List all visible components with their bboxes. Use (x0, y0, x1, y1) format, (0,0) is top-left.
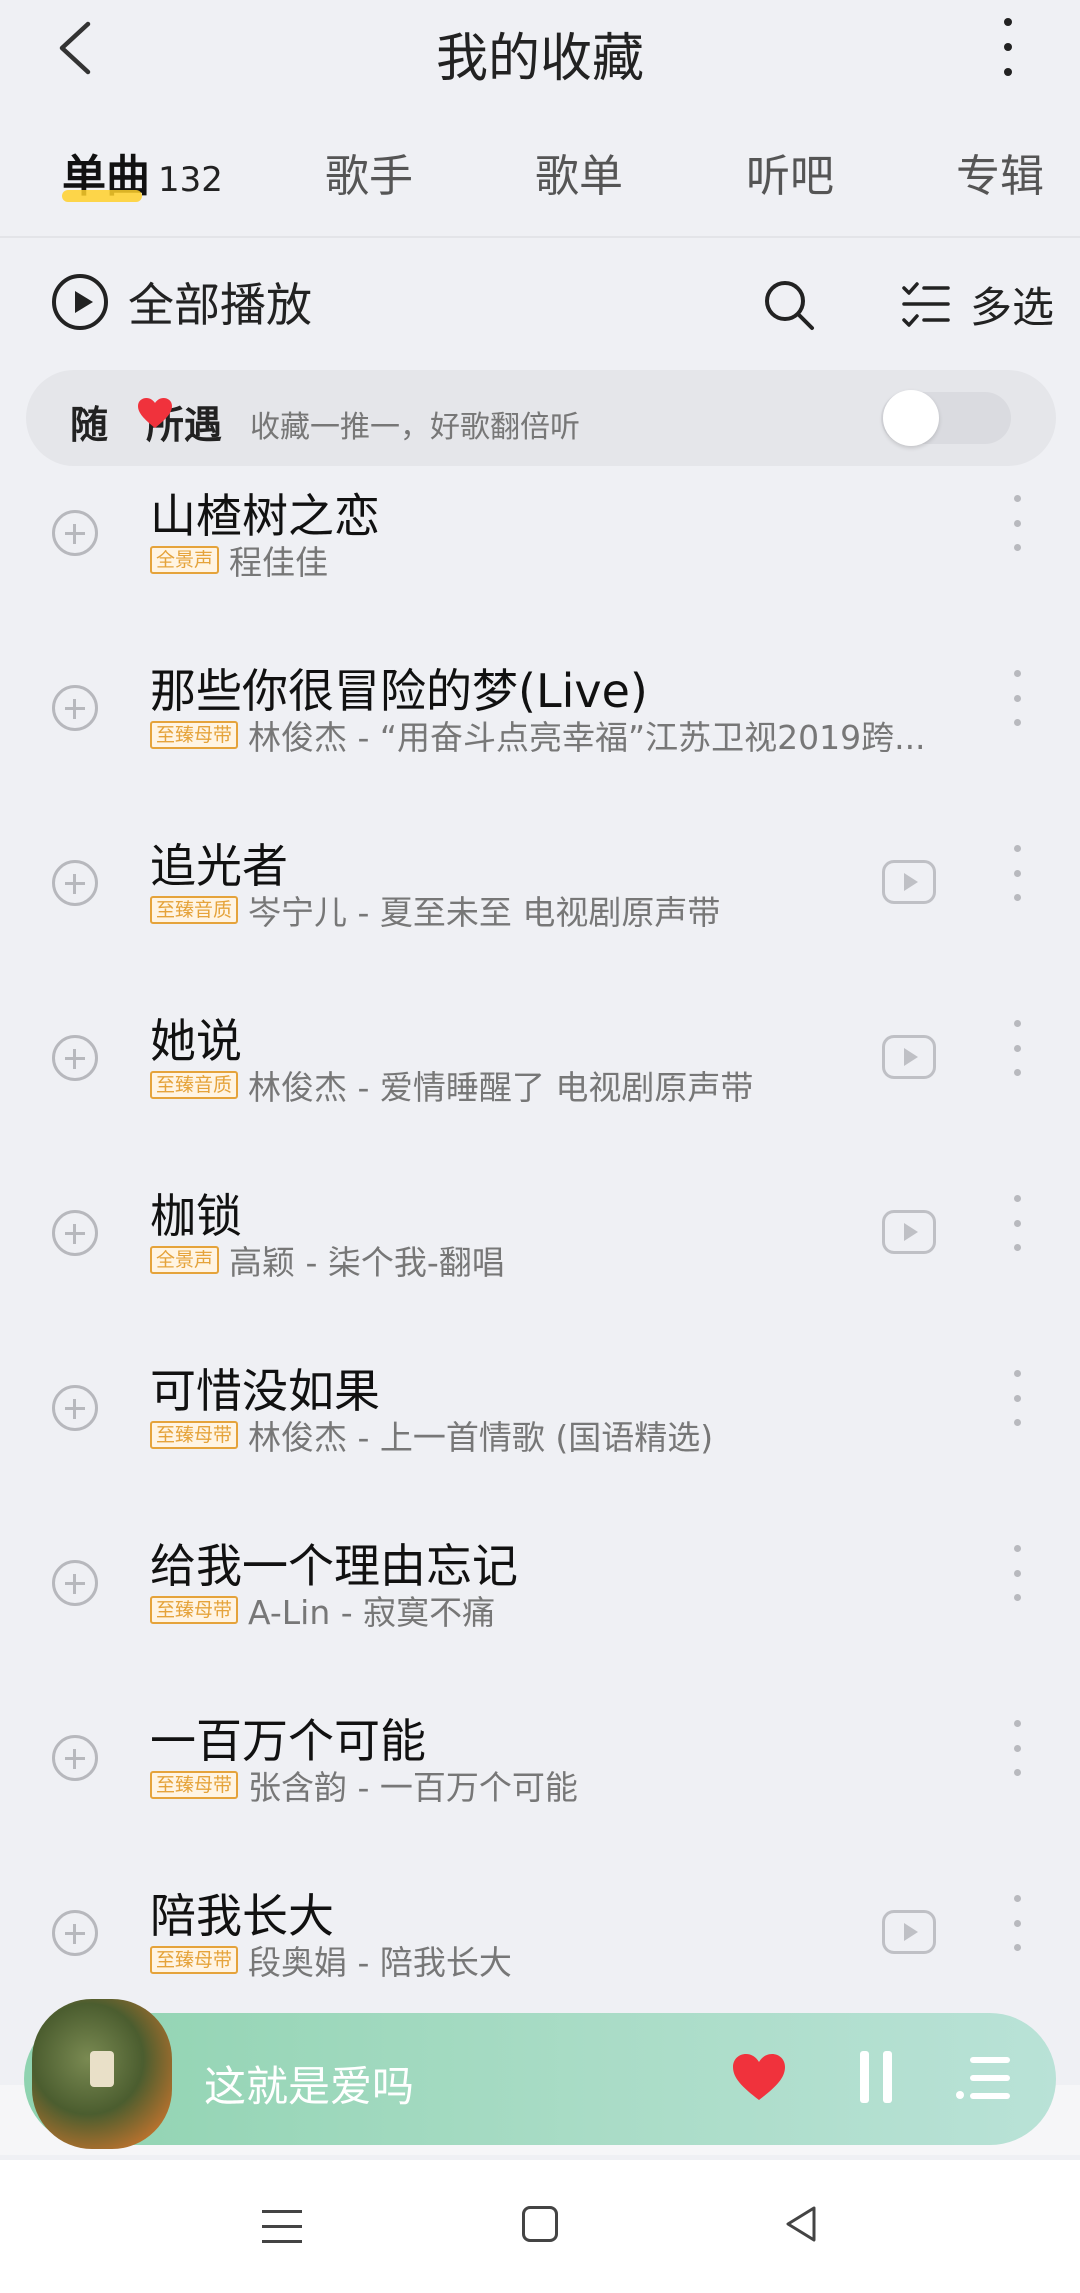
song-meta: 至臻母带 林俊杰 - 上一首情歌 (国语精选) (150, 1415, 713, 1457)
song-subtitle: 段奥娟 - 陪我长大 (248, 1943, 512, 1982)
song-subtitle: 程佳佳 (229, 543, 329, 582)
add-circle-icon[interactable] (52, 1035, 98, 1081)
more-vertical-icon[interactable] (1012, 670, 1022, 726)
song-row[interactable]: 给我一个理由忘记 至臻母带 A-Lin - 寂寞不痛 (0, 1520, 1080, 1680)
action-bar: 全部播放 多选 (0, 262, 1080, 342)
active-tab-indicator (62, 190, 142, 202)
song-subtitle: 岑宁儿 - 夏至未至 电视剧原声带 (248, 893, 721, 932)
add-circle-icon[interactable] (52, 1735, 98, 1781)
quality-badge: 至臻母带 (150, 721, 239, 749)
more-vertical-icon[interactable] (1012, 1370, 1022, 1426)
mv-play-icon[interactable] (882, 1910, 936, 1954)
add-circle-icon[interactable] (52, 1560, 98, 1606)
random-recommend-bar: 随所遇 收藏一推一，好歌翻倍听 (26, 370, 1056, 466)
toggle-knob (883, 390, 939, 446)
multi-select-button[interactable]: 多选 (900, 274, 1054, 334)
song-subtitle: A-Lin - 寂寞不痛 (248, 1593, 496, 1632)
quality-badge: 全景声 (150, 546, 220, 574)
home-icon[interactable] (522, 2206, 558, 2242)
song-row[interactable]: 她说 至臻音质 林俊杰 - 爱情睡醒了 电视剧原声带 (0, 995, 1080, 1155)
app-header: 我的收藏 (0, 0, 1080, 95)
song-row[interactable]: 陪我长大 至臻母带 段奥娟 - 陪我长大 (0, 1870, 1080, 2030)
back-triangle-icon[interactable] (782, 2204, 820, 2244)
song-meta: 至臻母带 段奥娟 - 陪我长大 (150, 1940, 512, 1982)
quality-badge: 全景声 (150, 1246, 220, 1274)
tab-albums[interactable]: 专辑 (956, 140, 1044, 204)
album-cover[interactable] (32, 1999, 172, 2149)
more-vertical-icon[interactable] (1012, 1720, 1022, 1776)
song-meta: 至臻音质 岑宁儿 - 夏至未至 电视剧原声带 (150, 890, 720, 932)
song-row[interactable]: 山楂树之恋 全景声 程佳佳 (0, 470, 1080, 630)
song-meta: 至臻母带 林俊杰 - “用奋斗点亮幸福”江苏卫视2019跨... (150, 715, 926, 757)
play-all-label: 全部播放 (128, 278, 312, 332)
add-circle-icon[interactable] (52, 510, 98, 556)
divider (0, 236, 1080, 238)
song-meta: 至臻音质 林俊杰 - 爱情睡醒了 电视剧原声带 (150, 1065, 753, 1107)
song-meta: 至臻母带 A-Lin - 寂寞不痛 (150, 1590, 495, 1632)
song-title: 她说 (150, 1014, 242, 1068)
multi-select-icon (902, 282, 950, 327)
system-nav-bar (0, 2160, 1080, 2293)
random-toggle[interactable] (881, 390, 1011, 446)
add-circle-icon[interactable] (52, 1210, 98, 1256)
more-vertical-icon[interactable] (1012, 1020, 1022, 1076)
quality-badge: 至臻母带 (150, 1421, 239, 1449)
song-row[interactable]: 枷锁 全景声 高颖 - 柒个我-翻唱 (0, 1170, 1080, 1330)
more-vertical-icon[interactable] (996, 18, 1020, 76)
add-circle-icon[interactable] (52, 685, 98, 731)
tab-playlists[interactable]: 歌单 (535, 140, 623, 204)
song-subtitle: 高颖 - 柒个我-翻唱 (229, 1243, 505, 1282)
heart-icon (138, 398, 172, 428)
mv-play-icon[interactable] (882, 1035, 936, 1079)
song-meta: 至臻母带 张含韵 - 一百万个可能 (150, 1765, 578, 1807)
song-subtitle: 林俊杰 - “用奋斗点亮幸福”江苏卫视2019跨... (248, 718, 926, 757)
mv-play-icon[interactable] (882, 860, 936, 904)
quality-badge: 至臻母带 (150, 1946, 239, 1974)
song-row[interactable]: 那些你很冒险的梦(Live) 至臻母带 林俊杰 - “用奋斗点亮幸福”江苏卫视2… (0, 645, 1080, 805)
heart-icon[interactable] (730, 2051, 788, 2103)
quality-badge: 至臻母带 (150, 1596, 239, 1624)
song-row[interactable]: 追光者 至臻音质 岑宁儿 - 夏至未至 电视剧原声带 (0, 820, 1080, 980)
song-subtitle: 林俊杰 - 爱情睡醒了 电视剧原声带 (248, 1068, 754, 1107)
more-vertical-icon[interactable] (1012, 1895, 1022, 1951)
more-vertical-icon[interactable] (1012, 1545, 1022, 1601)
more-vertical-icon[interactable] (1012, 1195, 1022, 1251)
tab-artists[interactable]: 歌手 (325, 140, 413, 204)
more-vertical-icon[interactable] (1012, 845, 1022, 901)
tab-songs-count: 132 (158, 160, 223, 200)
mv-play-icon[interactable] (882, 1210, 936, 1254)
quality-badge: 至臻音质 (150, 896, 239, 924)
add-circle-icon[interactable] (52, 860, 98, 906)
play-all-button[interactable]: 全部播放 (52, 272, 312, 332)
song-meta: 全景声 高颖 - 柒个我-翻唱 (150, 1240, 505, 1282)
quality-badge: 至臻音质 (150, 1071, 239, 1099)
random-title-part1: 随 (70, 403, 109, 447)
song-row[interactable]: 可惜没如果 至臻母带 林俊杰 - 上一首情歌 (国语精选) (0, 1345, 1080, 1505)
song-row[interactable]: 一百万个可能 至臻母带 张含韵 - 一百万个可能 (0, 1695, 1080, 1855)
now-playing-title: 这就是爱吗 (204, 2062, 415, 2111)
add-circle-icon[interactable] (52, 1385, 98, 1431)
quality-badge: 至臻母带 (150, 1771, 239, 1799)
random-subtitle: 收藏一推一，好歌翻倍听 (250, 410, 580, 445)
multi-select-label: 多选 (970, 282, 1055, 332)
mini-player[interactable]: 这就是爱吗 (24, 1999, 1056, 2149)
tab-bar: 单曲 132 歌手 歌单 听吧 专辑 (0, 140, 1080, 210)
pause-icon[interactable] (856, 2051, 896, 2107)
menu-icon[interactable] (262, 2210, 302, 2244)
play-circle-icon (52, 274, 108, 330)
playlist-icon[interactable] (956, 2055, 1010, 2101)
more-vertical-icon[interactable] (1012, 495, 1022, 551)
add-circle-icon[interactable] (52, 1910, 98, 1956)
song-subtitle: 林俊杰 - 上一首情歌 (国语精选) (248, 1418, 714, 1457)
song-subtitle: 张含韵 - 一百万个可能 (248, 1768, 578, 1807)
song-meta: 全景声 程佳佳 (150, 540, 328, 582)
search-icon[interactable] (762, 278, 816, 332)
tab-tingba[interactable]: 听吧 (746, 140, 834, 204)
page-title: 我的收藏 (435, 29, 644, 89)
